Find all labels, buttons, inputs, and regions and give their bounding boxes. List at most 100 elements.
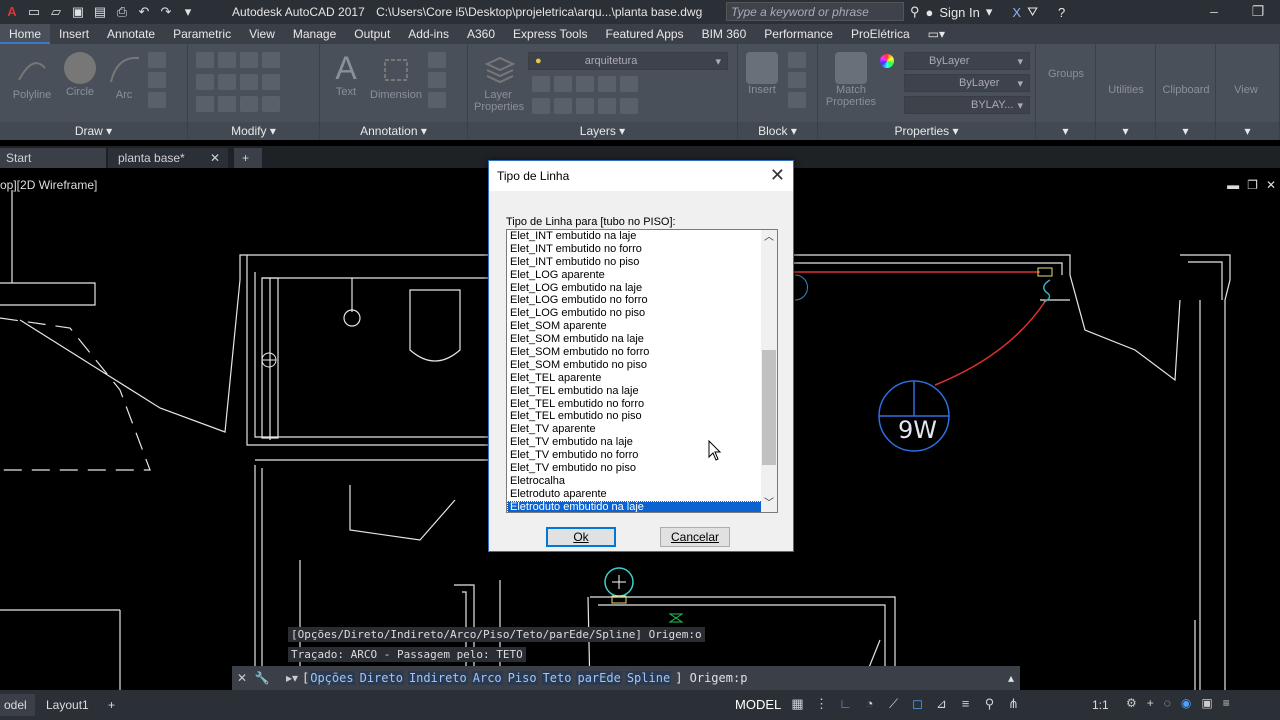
plot-icon[interactable]: ⎙ <box>114 4 130 20</box>
linetype-list-item[interactable]: Elet_LOG embutido no forro <box>507 294 762 307</box>
groups-panel[interactable]: Groups ▾ <box>1036 44 1096 140</box>
scroll-thumb[interactable] <box>762 350 776 465</box>
clipboard-panel[interactable]: Clipboard ▾ <box>1156 44 1216 140</box>
annotation-visibility-icon[interactable]: ⚲ <box>982 696 997 711</box>
model-space-toggle[interactable]: MODEL <box>735 694 781 716</box>
ribbon-tab-express-tools[interactable]: Express Tools <box>504 24 596 44</box>
ribbon-tab-manage[interactable]: Manage <box>284 24 345 44</box>
block-panel-title[interactable]: Block ▾ <box>738 122 817 140</box>
layer-iso-icon[interactable] <box>532 76 550 92</box>
linetype-list-item[interactable]: Elet_TV embutido no forro <box>507 449 762 462</box>
linetype-list-item[interactable]: Elet_LOG embutido no piso <box>507 307 762 320</box>
linetype-list-item[interactable]: Elet_INT embutido na laje <box>507 230 762 243</box>
linetype-list-item[interactable]: Elet_TEL embutido no piso <box>507 410 762 423</box>
markup-icon[interactable] <box>428 92 446 108</box>
object-snap-icon[interactable]: ◻ <box>910 696 925 711</box>
utilities-expand[interactable]: ▾ <box>1096 122 1155 140</box>
ribbon-tab-view[interactable]: View <box>240 24 284 44</box>
ribbon-tab-a360[interactable]: A360 <box>458 24 504 44</box>
ribbon-tab-parametric[interactable]: Parametric <box>164 24 240 44</box>
ok-button[interactable]: Ok <box>546 527 616 547</box>
table-icon[interactable] <box>428 72 446 88</box>
scale-icon[interactable] <box>218 96 236 112</box>
history-up-icon[interactable]: ▴ <box>1008 671 1014 685</box>
save-as-icon[interactable]: ▤ <box>92 4 108 20</box>
close-icon[interactable]: ✕ <box>770 165 785 186</box>
linetype-list-item[interactable]: Elet_SOM embutido na laje <box>507 333 762 346</box>
groups-expand[interactable]: ▾ <box>1036 122 1095 140</box>
plus-icon[interactable]: + <box>1147 696 1154 710</box>
linetype-list-item[interactable]: Elet_TEL embutido no forro <box>507 398 762 411</box>
wrench-icon[interactable]: 🔧 <box>252 666 272 690</box>
ribbon-tab-performance[interactable]: Performance <box>755 24 842 44</box>
layout1-tab[interactable]: Layout1 <box>38 694 97 716</box>
lineweight-dropdown[interactable]: BYLAY... ▾ <box>904 96 1030 114</box>
add-layout-button[interactable]: + <box>100 694 123 716</box>
draw-panel-title[interactable]: Draw ▾ <box>0 122 187 140</box>
ortho-icon[interactable]: ∟ <box>838 696 853 711</box>
start-tab[interactable]: Start <box>0 148 106 168</box>
open-folder-icon[interactable]: ▱ <box>48 4 64 20</box>
ribbon-options-icon[interactable]: ▭▾ <box>919 24 954 44</box>
layer-on-icon[interactable] <box>598 98 616 114</box>
layer-unisolate-icon[interactable] <box>554 98 572 114</box>
command-option-arco[interactable]: Arco <box>471 671 503 685</box>
properties-panel-title[interactable]: Properties ▾ <box>818 122 1035 140</box>
ribbon-tab-proel-trica[interactable]: ProElétrica <box>842 24 919 44</box>
ribbon-tab-output[interactable]: Output <box>345 24 399 44</box>
layer-off-icon[interactable] <box>576 76 594 92</box>
close-icon[interactable]: ✕ <box>232 666 252 690</box>
cancel-button[interactable]: Cancelar <box>660 527 730 547</box>
minimize-icon[interactable]: – <box>1192 0 1236 24</box>
grid-icon[interactable]: ▦ <box>790 696 805 711</box>
create-block-icon[interactable] <box>788 52 806 68</box>
clean-screen-icon[interactable]: ▣ <box>1201 696 1212 710</box>
annotation-panel-title[interactable]: Annotation ▾ <box>320 122 467 140</box>
ribbon-tab-annotate[interactable]: Annotate <box>98 24 164 44</box>
layer-match-icon[interactable] <box>620 76 638 92</box>
clipboard-expand[interactable]: ▾ <box>1156 122 1215 140</box>
command-option-spline[interactable]: Spline <box>625 671 672 685</box>
linetype-list-item[interactable]: Elet_INT embutido no forro <box>507 243 762 256</box>
ribbon-tab-home[interactable]: Home <box>0 24 51 44</box>
snap-icon[interactable]: ⋮ <box>814 696 829 711</box>
view-expand[interactable]: ▾ <box>1216 122 1279 140</box>
stretch-icon[interactable] <box>196 96 214 112</box>
isodraft-icon[interactable]: ⟋ <box>886 696 901 711</box>
dimension-button[interactable]: Dimension <box>368 52 424 101</box>
help-icon[interactable]: ? <box>1058 5 1065 20</box>
undo-icon[interactable]: ↶ <box>136 4 152 20</box>
linetype-list-item[interactable]: Eletroduto aparente <box>507 488 762 501</box>
linetype-list-item[interactable]: Elet_TEL aparente <box>507 372 762 385</box>
close-icon[interactable]: ✕ <box>210 148 220 168</box>
command-option-indireto[interactable]: Indireto <box>407 671 468 685</box>
annotation-scale-icon[interactable]: ⋔ <box>1006 696 1021 711</box>
chevron-down-icon[interactable]: ▾ <box>986 4 993 20</box>
layer-unlock-icon[interactable] <box>620 98 638 114</box>
command-option-direto[interactable]: Direto <box>358 671 404 685</box>
linetype-dropdown[interactable]: ByLayer ▾ <box>904 74 1030 92</box>
linetype-list-item[interactable]: Eletrocalha <box>507 475 762 488</box>
annotation-scale-value[interactable]: 1:1 <box>1092 698 1109 712</box>
layer-properties-button[interactable]: Layer Properties <box>474 52 526 113</box>
linetype-list-item[interactable]: Elet_SOM embutido no forro <box>507 346 762 359</box>
layer-thaw-icon[interactable] <box>576 98 594 114</box>
hardware-accel-icon[interactable]: ◉ <box>1181 696 1191 710</box>
binoculars-icon[interactable]: ⚲ <box>910 4 920 20</box>
mirror-icon[interactable] <box>218 74 236 90</box>
hatch-icon[interactable] <box>148 72 166 88</box>
layer-dropdown[interactable]: ● arquitetura ▾ <box>528 52 728 70</box>
region-icon[interactable] <box>148 92 166 108</box>
trim-icon[interactable] <box>240 52 258 68</box>
linetype-list-item[interactable]: Elet_LOG embutido na laje <box>507 282 762 295</box>
modify-panel-title[interactable]: Modify ▾ <box>188 122 319 140</box>
edit-block-icon[interactable] <box>788 72 806 88</box>
view-panel[interactable]: View ▾ <box>1216 44 1280 140</box>
circle-button[interactable]: Circle <box>58 52 102 98</box>
save-icon[interactable]: ▣ <box>70 4 86 20</box>
ribbon-tab-add-ins[interactable]: Add-ins <box>399 24 458 44</box>
scroll-up-icon[interactable]: ︿ <box>761 230 777 246</box>
ribbon-tab-bim-360[interactable]: BIM 360 <box>693 24 756 44</box>
exchange-icon[interactable]: X <box>1012 5 1021 20</box>
list-scrollbar[interactable]: ︿ ﹀ <box>761 230 777 512</box>
